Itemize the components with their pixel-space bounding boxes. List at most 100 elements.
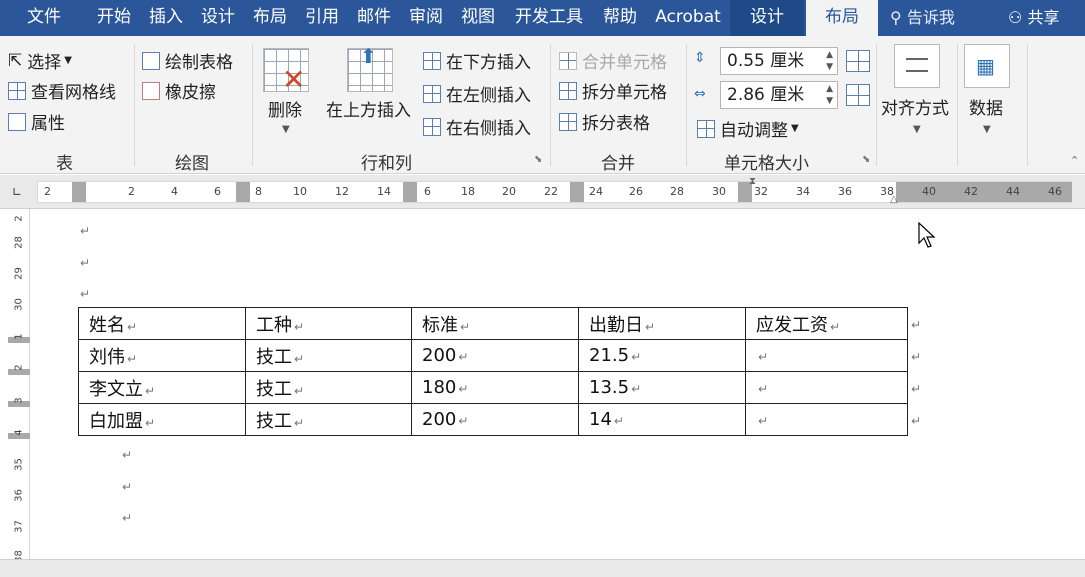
tab-table-layout[interactable]: 布局 [806,0,878,36]
table-cell[interactable]: ↵ [745,339,908,372]
table-cell[interactable]: ↵ [745,403,908,436]
table-cell[interactable]: 14 ↵ [578,403,746,436]
ruler-label: 40 [922,185,936,198]
ruler-label: 22 [544,185,558,198]
delete-dropdown-icon[interactable]: ▼ [282,124,290,135]
table-cell[interactable]: 白加盟 ↵ [78,403,246,436]
table-cell[interactable]: 200 ↵ [411,339,579,372]
tab-help[interactable]: 帮助 [597,0,643,36]
row-height-input[interactable]: 0.55 厘米 ▲ ▼ [720,47,838,75]
insert-right-button[interactable]: 在右侧插入 [423,114,531,139]
document-table[interactable]: 姓名 ↵ 工种 ↵ 标准 ↵ 出勤日 ↵ 应发工资 ↵ 刘伟 ↵ 技工 ↵ 200 ↵ 21.5… [78,307,908,436]
table-cell[interactable]: 200 ↵ [411,403,579,436]
tab-review[interactable]: 审阅 [403,0,449,36]
ruler-label: 6 [424,185,431,198]
alignment-button[interactable]: 对齐方式 [881,94,949,119]
paragraph-mark: ↵ [80,287,91,301]
tab-view[interactable]: 视图 [455,0,501,36]
tab-acrobat[interactable]: Acrobat [649,0,727,36]
column-width-input[interactable]: 2.86 厘米 ▲ ▼ [720,81,838,109]
insert-below-button[interactable]: 在下方插入 [423,48,531,73]
dialog-launcher-icon[interactable]: ⬊ [534,154,542,165]
data-grid-icon: ▦ [976,54,995,78]
draw-table-button[interactable]: 绘制表格 [142,48,233,73]
table-cell[interactable]: 技工 ↵ [245,339,412,372]
row-end-mark: ↵ [911,414,922,428]
cell-text: 180 [422,377,457,398]
tab-file[interactable]: 文件 [15,0,73,36]
insert-above-button[interactable]: 在上方插入 [326,96,411,121]
table-cell[interactable]: 工种 ↵ [245,307,412,340]
collapse-ribbon-icon[interactable]: ⌃ [1070,154,1079,167]
share-button[interactable]: ⚇ 共享 [1008,0,1059,36]
data-button[interactable]: 数据 [969,94,1003,119]
cell-text: 姓名 [89,314,125,336]
select-button[interactable]: ⇱ 选择 ▼ [8,48,72,74]
column-marker[interactable] [72,182,86,202]
properties-button[interactable]: 属性 [8,109,65,134]
autofit-button[interactable]: 自动调整 ▼ [697,116,799,141]
column-marker[interactable] [403,182,417,202]
split-cells-button[interactable]: 拆分单元格 [559,78,667,103]
indent-marker-icon[interactable]: ⧗ [749,177,756,187]
cell-mark: ↵ [458,414,469,428]
column-marker[interactable] [236,182,250,202]
delete-button[interactable]: 删除 [268,96,302,121]
insert-left-button[interactable]: 在左侧插入 [423,81,531,106]
view-gridlines-button[interactable]: 查看网格线 [8,78,116,103]
tab-layout[interactable]: 布局 [247,0,293,36]
insert-left-label: 在左侧插入 [446,86,531,106]
tab-table-design[interactable]: 设计 [730,0,804,36]
horizontal-scrollbar[interactable] [0,559,1085,577]
dialog-launcher-icon[interactable]: ⬊ [862,154,870,165]
ruler-label: 36 [838,185,852,198]
ruler-label: 2 [128,185,135,198]
properties-icon [8,112,26,131]
table-cell[interactable]: 标准 ↵ [411,307,579,340]
table-cell[interactable]: 姓名 ↵ [78,307,246,340]
tab-selector-icon[interactable]: ∟ [12,185,22,199]
tab-home[interactable]: 开始 [89,0,139,36]
ruler-label: 6 [214,185,221,198]
merge-cells-button[interactable]: 合并单元格 [559,48,667,73]
table-cell[interactable]: 刘伟 ↵ [78,339,246,372]
cell-mark: ↵ [458,382,469,396]
ruler-label: 4 [13,429,25,436]
tab-insert[interactable]: 插入 [143,0,189,36]
cell-mark: ↵ [758,350,769,364]
table-cell[interactable]: 21.5 ↵ [578,339,746,372]
group-separator [134,44,135,166]
tell-me-search[interactable]: ⚲ 告诉我 [890,0,955,36]
tab-mailings[interactable]: 邮件 [351,0,397,36]
split-table-button[interactable]: 拆分表格 [559,109,650,134]
distribute-rows-icon[interactable] [846,50,870,72]
table-cell[interactable]: 出勤日 ↵ [578,307,746,340]
eraser-button[interactable]: 橡皮擦 [142,78,216,103]
cell-mark: ↵ [127,319,138,334]
horizontal-ruler[interactable]: 2 2 4 6 8 10 12 14 6 18 20 22 24 26 28 3… [37,181,1072,203]
vertical-ruler[interactable]: 2 28 29 30 1 2 3 4 35 36 37 38 [8,209,30,574]
cursor-icon: ⇱ [8,50,23,71]
spin-arrows-icon[interactable]: ▲ ▼ [826,49,833,73]
right-indent-marker-icon[interactable]: △ [890,194,898,205]
table-cell[interactable]: ↵ [745,371,908,404]
column-marker[interactable] [570,182,584,202]
chevron-down-icon[interactable]: ▼ [913,124,921,135]
table-cell[interactable]: 180 ↵ [411,371,579,404]
cell-mark: ↵ [758,414,769,428]
insert-right-icon [423,117,441,136]
spin-arrows-icon[interactable]: ▲ ▼ [826,83,833,107]
table-cell[interactable]: 13.5 ↵ [578,371,746,404]
chevron-down-icon[interactable]: ▼ [983,124,991,135]
ruler-label: 14 [377,185,391,198]
table-cell[interactable]: 技工 ↵ [245,403,412,436]
table-cell[interactable]: 应发工资 ↵ [745,307,908,340]
distribute-columns-icon[interactable] [846,84,870,106]
ruler-label: 37 [13,520,25,533]
table-cell[interactable]: 技工 ↵ [245,371,412,404]
tab-references[interactable]: 引用 [299,0,345,36]
tab-design[interactable]: 设计 [195,0,241,36]
table-cell[interactable]: 李文立 ↵ [78,371,246,404]
table-row: 李文立 ↵ 技工 ↵ 180 ↵ 13.5 ↵ ↵ [78,371,908,404]
tab-developer[interactable]: 开发工具 [507,0,591,36]
